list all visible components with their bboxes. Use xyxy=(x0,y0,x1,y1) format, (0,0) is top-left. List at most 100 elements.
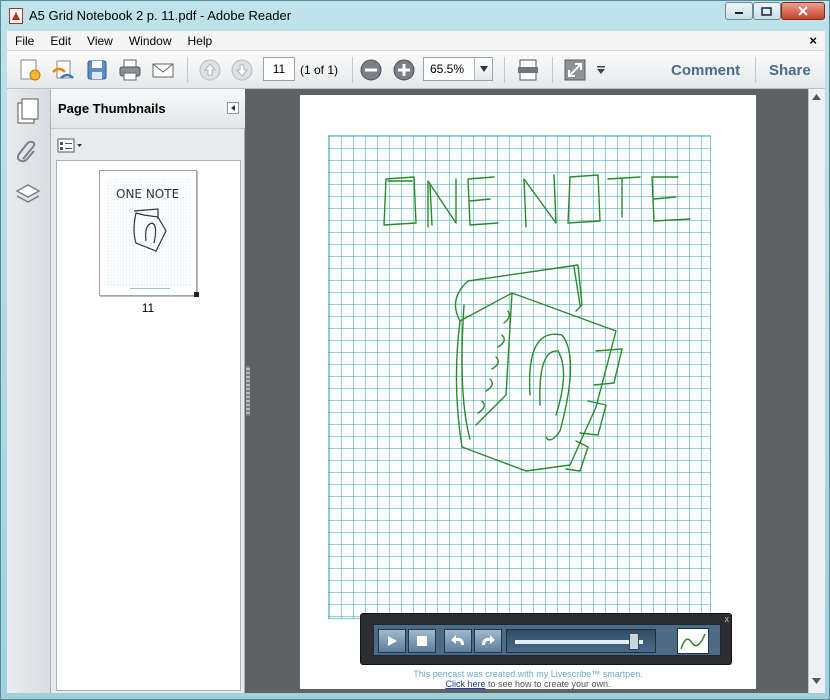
zoom-select[interactable]: 65.5% xyxy=(423,57,493,81)
maximize-button[interactable] xyxy=(753,2,781,20)
window-title: A5 Grid Notebook 2 p. 11.pdf - Adobe Rea… xyxy=(29,8,292,23)
paperclip-icon xyxy=(16,140,36,163)
fit-width-button[interactable] xyxy=(515,57,541,83)
thumbnail-resize-handle[interactable] xyxy=(194,292,199,297)
play-icon xyxy=(388,636,397,646)
arrow-up-icon xyxy=(199,59,221,81)
create-pdf-button[interactable] xyxy=(17,57,43,83)
options-menu-icon xyxy=(57,138,82,153)
menu-view[interactable]: View xyxy=(79,34,121,48)
collapse-pane-button[interactable] xyxy=(227,102,239,114)
zoom-value: 65.5% xyxy=(430,62,465,76)
redo-arrow-icon xyxy=(482,635,495,645)
menu-file[interactable]: File xyxy=(7,34,42,48)
zoom-in-button[interactable] xyxy=(391,57,417,83)
stop-button[interactable] xyxy=(408,629,436,653)
thumbnail-preview: ONE NOTE xyxy=(106,179,192,289)
scroll-up-arrow[interactable] xyxy=(812,93,821,102)
pencast-help-text: to see how to create your own. xyxy=(485,679,611,689)
handwritten-drawing xyxy=(383,174,691,472)
pdf-app-icon xyxy=(9,8,23,24)
collaborate-icon xyxy=(52,60,74,79)
fit-page-icon xyxy=(518,59,538,81)
full-screen-button[interactable] xyxy=(562,57,588,83)
play-button[interactable] xyxy=(378,629,406,653)
pencast-credit: This pencast was created with my Livescr… xyxy=(413,669,643,679)
pen-view-button[interactable] xyxy=(677,628,709,654)
close-window-button[interactable] xyxy=(781,2,825,20)
save-button[interactable] xyxy=(84,57,110,83)
title-bar: A5 Grid Notebook 2 p. 11.pdf - Adobe Rea… xyxy=(1,1,830,31)
window-frame: A5 Grid Notebook 2 p. 11.pdf - Adobe Rea… xyxy=(0,0,830,700)
dropdown-arrow-icon xyxy=(597,66,605,74)
email-button[interactable] xyxy=(150,57,176,83)
menu-window[interactable]: Window xyxy=(121,34,180,48)
previous-page-button[interactable] xyxy=(197,57,223,83)
comment-button[interactable]: Comment xyxy=(671,62,740,79)
envelope-icon xyxy=(152,63,174,78)
layers-icon xyxy=(15,184,41,203)
thumbnail-list: ONE NOTE 11 xyxy=(56,160,241,691)
nav-pane-title: Page Thumbnails xyxy=(58,101,166,116)
restore-icon xyxy=(761,7,772,16)
page-thumbnail[interactable]: ONE NOTE xyxy=(99,170,197,296)
toolbar-separator xyxy=(504,57,505,83)
page-thumbnails-button[interactable] xyxy=(14,97,42,128)
thumbnail-title-text: ONE NOTE xyxy=(116,187,179,201)
minimize-button[interactable] xyxy=(725,2,753,20)
minus-circle-icon xyxy=(360,59,382,81)
toolbar: 11 (1 of 1) 65.5% Comment Share xyxy=(7,51,825,89)
print-button[interactable] xyxy=(117,57,143,83)
thumbnail-options-button[interactable] xyxy=(57,137,83,155)
toolbar-separator xyxy=(352,57,353,83)
share-button[interactable]: Share xyxy=(769,62,811,79)
click-here-link[interactable]: Click here xyxy=(445,679,485,689)
menu-help[interactable]: Help xyxy=(180,34,221,48)
pages-icon xyxy=(17,98,39,124)
vertical-scrollbar[interactable] xyxy=(808,89,825,693)
page-number-input[interactable]: 11 xyxy=(263,57,295,81)
nav-pane-header: Page Thumbnails xyxy=(51,89,245,129)
pencast-player: x xyxy=(360,613,732,665)
chevron-up-icon xyxy=(812,94,821,100)
toolbar-options-button[interactable] xyxy=(592,57,610,83)
navigation-strip xyxy=(7,89,51,693)
save-icon xyxy=(87,60,107,80)
player-close-button[interactable]: x xyxy=(725,614,730,624)
page-count-label: (1 of 1) xyxy=(300,63,339,77)
layers-button[interactable] xyxy=(14,181,42,212)
menu-edit[interactable]: Edit xyxy=(42,34,79,48)
attachments-button[interactable] xyxy=(14,139,42,170)
chevron-left-icon xyxy=(231,105,235,111)
pdf-page xyxy=(300,95,756,689)
undo-arrow-icon xyxy=(451,635,464,645)
minimize-icon xyxy=(735,12,743,14)
slider-handle[interactable] xyxy=(629,633,640,650)
zoom-dropdown-button[interactable] xyxy=(474,58,492,80)
toolbar-separator xyxy=(552,57,553,83)
rewind-button[interactable] xyxy=(444,629,472,653)
collaborate-button[interactable] xyxy=(50,57,76,83)
close-document-button[interactable]: × xyxy=(809,33,817,48)
chevron-down-icon xyxy=(812,678,821,684)
zoom-out-button[interactable] xyxy=(358,57,384,83)
player-controls xyxy=(373,624,721,656)
window-controls xyxy=(725,2,825,20)
stop-icon xyxy=(417,636,427,646)
scroll-down-arrow[interactable] xyxy=(812,677,821,686)
pencast-help-line: Click here to see how to create your own… xyxy=(300,679,756,689)
pen-stroke-icon xyxy=(680,633,706,650)
next-page-button[interactable] xyxy=(229,57,255,83)
plus-circle-icon xyxy=(393,59,415,81)
toolbar-separator xyxy=(755,57,756,83)
navigation-pane: Page Thumbnails ONE NOTE 11 xyxy=(51,89,245,693)
printer-icon xyxy=(119,59,141,81)
arrow-down-icon xyxy=(231,59,253,81)
slider-track xyxy=(515,640,643,644)
create-pdf-icon xyxy=(20,59,41,81)
forward-button[interactable] xyxy=(474,629,502,653)
menu-bar: File Edit View Window Help × xyxy=(7,31,825,51)
playback-slider[interactable] xyxy=(506,629,656,653)
pane-splitter[interactable] xyxy=(246,366,250,416)
close-icon xyxy=(798,6,808,16)
